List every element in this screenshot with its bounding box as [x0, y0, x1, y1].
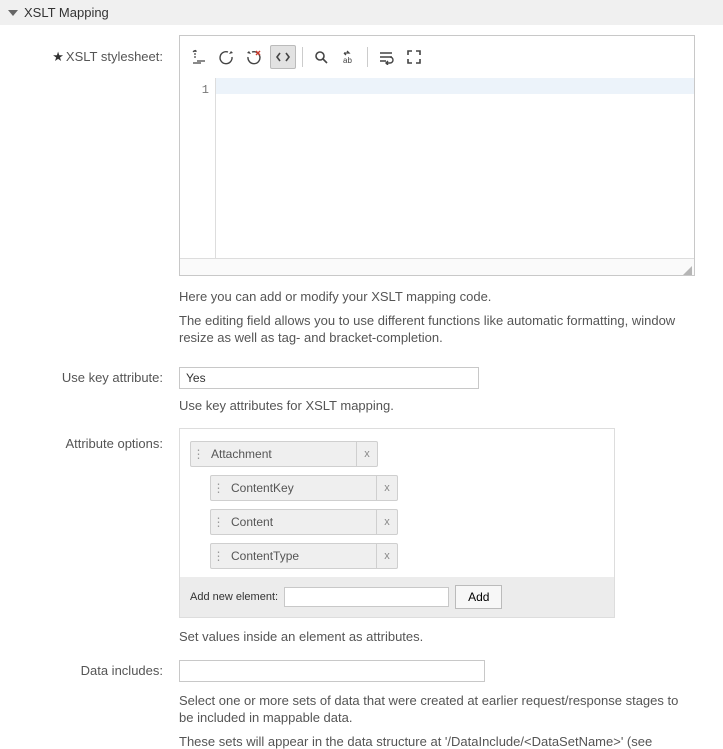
data-includes-input[interactable] — [179, 660, 485, 682]
stylesheet-help-1: Here you can add or modify your XSLT map… — [179, 288, 695, 306]
attr-item-name: Attachment — [207, 447, 356, 461]
word-wrap-icon — [378, 49, 394, 65]
code-editor: ab — [179, 35, 695, 276]
remove-button[interactable]: x — [376, 510, 397, 534]
data-includes-help-1: Select one or more sets of data that wer… — [179, 692, 695, 727]
code-area[interactable]: 1 — [180, 78, 694, 258]
code-view-button[interactable] — [270, 45, 296, 69]
close-icon: x — [384, 482, 390, 494]
resize-bar[interactable] — [180, 258, 694, 275]
use-key-label: Use key attribute: — [62, 370, 163, 385]
remove-button[interactable]: x — [356, 442, 377, 466]
undo-icon — [218, 49, 234, 65]
close-icon: x — [384, 516, 390, 528]
caret-down-icon — [8, 10, 18, 16]
toolbar-separator — [367, 47, 368, 67]
use-key-value: Yes — [186, 371, 206, 385]
attr-options-label: Attribute options: — [65, 436, 163, 451]
svg-text:ab: ab — [343, 56, 352, 65]
line-number: 1 — [180, 82, 209, 98]
use-key-help: Use key attributes for XSLT mapping. — [179, 397, 695, 415]
toolbar-separator — [302, 47, 303, 67]
attr-item-name: ContentType — [227, 549, 376, 563]
data-includes-label: Data includes: — [81, 663, 163, 678]
section-header[interactable]: XSLT Mapping — [0, 0, 723, 25]
replace-icon: ab — [341, 49, 357, 65]
add-element-input[interactable] — [284, 587, 449, 607]
add-element-row: Add new element: Add — [180, 577, 614, 617]
required-star-icon: ★ — [52, 49, 64, 64]
add-element-label: Add new element: — [190, 591, 278, 603]
discard-icon — [246, 49, 262, 65]
use-key-dropdown[interactable]: Yes — [179, 367, 479, 389]
fullscreen-icon — [406, 49, 422, 65]
attr-item-contenttype[interactable]: ⋮ ContentType x — [210, 543, 398, 569]
editor-toolbar: ab — [180, 36, 694, 78]
stylesheet-help-2: The editing field allows you to use diff… — [179, 312, 695, 347]
attribute-options-box: ⋮ Attachment x ⋮ ContentKey x ⋮ Content … — [179, 428, 615, 618]
code-line — [216, 78, 694, 94]
attr-options-help: Set values inside an element as attribut… — [179, 628, 695, 646]
section-title: XSLT Mapping — [24, 5, 109, 20]
remove-button[interactable]: x — [376, 544, 397, 568]
word-wrap-button[interactable] — [374, 45, 398, 69]
add-element-button[interactable]: Add — [455, 585, 502, 609]
replace-button[interactable]: ab — [337, 45, 361, 69]
undo-button[interactable] — [214, 45, 238, 69]
format-button[interactable] — [186, 45, 210, 69]
format-icon — [190, 49, 206, 65]
remove-button[interactable]: x — [376, 476, 397, 500]
attr-item-contentkey[interactable]: ⋮ ContentKey x — [210, 475, 398, 501]
attr-item-content[interactable]: ⋮ Content x — [210, 509, 398, 535]
code-icon — [275, 49, 291, 65]
search-icon — [313, 49, 329, 65]
drag-handle-icon[interactable]: ⋮ — [211, 549, 227, 563]
close-icon: x — [364, 448, 370, 460]
line-gutter: 1 — [180, 78, 216, 258]
code-textarea[interactable] — [216, 78, 694, 258]
drag-handle-icon[interactable]: ⋮ — [191, 447, 207, 461]
attr-item-attachment[interactable]: ⋮ Attachment x — [190, 441, 378, 467]
resize-handle-icon — [683, 266, 692, 275]
drag-handle-icon[interactable]: ⋮ — [211, 515, 227, 529]
drag-handle-icon[interactable]: ⋮ — [211, 481, 227, 495]
fullscreen-button[interactable] — [402, 45, 426, 69]
discard-button[interactable] — [242, 45, 266, 69]
data-includes-help-2: These sets will appear in the data struc… — [179, 733, 695, 749]
close-icon: x — [384, 550, 390, 562]
attr-item-name: ContentKey — [227, 481, 376, 495]
stylesheet-label: XSLT stylesheet: — [66, 49, 163, 64]
attr-item-name: Content — [227, 515, 376, 529]
search-button[interactable] — [309, 45, 333, 69]
